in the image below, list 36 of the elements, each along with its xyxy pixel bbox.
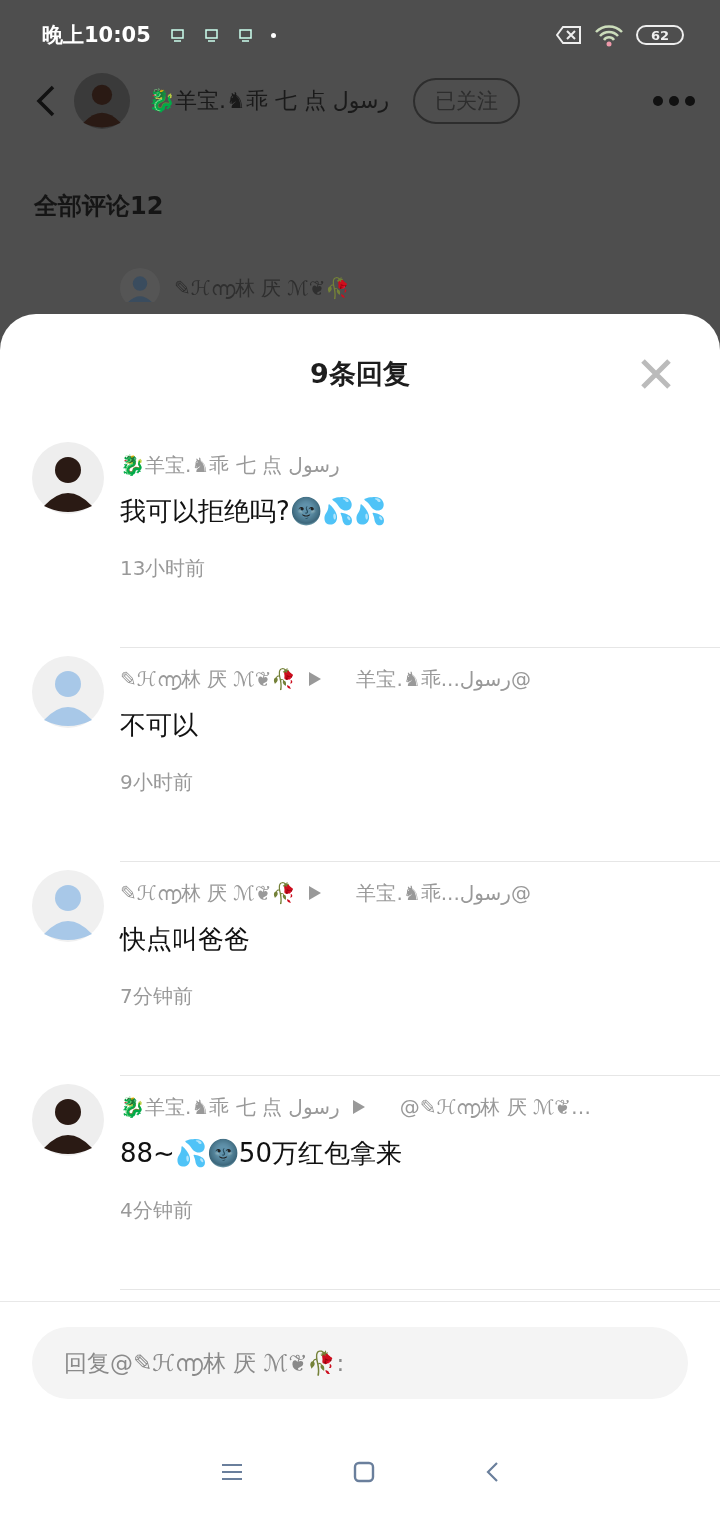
close-icon[interactable]: [640, 358, 672, 390]
sheet-title: 9条回复: [310, 357, 410, 391]
dot-icon: [270, 32, 276, 38]
menu-icon[interactable]: [221, 1463, 243, 1481]
reply-time: 9小时前: [120, 769, 194, 796]
notification-icon: [202, 27, 219, 43]
notification-icon: [168, 27, 185, 43]
avatar[interactable]: [32, 442, 104, 514]
reply-text: 不可以: [120, 709, 199, 742]
reply-time: 4分钟前: [120, 1197, 194, 1224]
section-title: 全部评论12: [33, 191, 165, 222]
reply-text: 快点叫爸爸: [120, 923, 251, 956]
reply-author[interactable]: 🐉羊宝.♞乖 七 点 رسول: [120, 451, 340, 479]
reply-target[interactable]: 羊宝.♞乖...رسول@: [356, 879, 532, 907]
reply-field[interactable]: 回复@✎ℋ൬林 厌 ℳ❦🥀:: [32, 1327, 688, 1399]
caret-icon: [308, 671, 323, 687]
back-icon[interactable]: [36, 85, 56, 117]
more-icon[interactable]: [652, 95, 696, 107]
reply-author[interactable]: ✎ℋ൬林 厌 ℳ❦🥀: [120, 665, 297, 693]
reply-time: 7分钟前: [120, 983, 194, 1010]
reply-target[interactable]: 羊宝.♞乖...رسول@: [356, 665, 532, 693]
wifi-icon: [594, 23, 624, 47]
avatar[interactable]: [32, 1084, 104, 1156]
caret-icon: [308, 885, 323, 901]
reply-time: 13小时前: [120, 555, 207, 582]
caret-icon: [351, 1099, 366, 1115]
clock: 晚上10:05: [42, 22, 151, 49]
reply-text: 88~💦🌚50万红包拿来: [120, 1137, 403, 1170]
reply-text: 我可以拒绝吗?🌚💦💦: [120, 495, 387, 528]
battery-indicator: 62: [636, 25, 684, 45]
reply-target[interactable]: @✎ℋ൬林 厌 ℳ❦…: [399, 1093, 592, 1121]
notification-icon: [236, 27, 253, 43]
reply-author[interactable]: 🐉羊宝.♞乖 七 点 رسول: [120, 1093, 340, 1121]
back-icon[interactable]: [485, 1461, 499, 1483]
home-icon[interactable]: [353, 1461, 375, 1483]
reply-author[interactable]: ✎ℋ൬林 厌 ℳ❦🥀: [120, 879, 297, 907]
